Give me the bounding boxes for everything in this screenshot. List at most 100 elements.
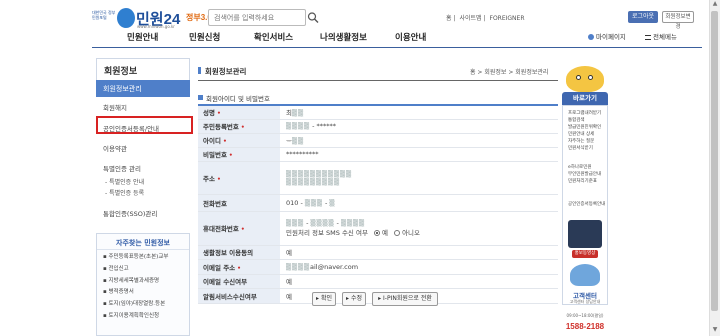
quick-link[interactable]: 발급민원진위확인 — [568, 124, 601, 130]
sidebar-item-sso[interactable]: 통합인증(SSO)관리 — [96, 203, 190, 220]
quick-link[interactable]: 민원처리기준표 — [568, 178, 597, 184]
breadcrumb: 홈 > 회원정보 > 회원정보관리 — [470, 69, 549, 76]
row-label: 비밀번호 • — [198, 147, 280, 162]
sidebar-item-withdraw[interactable]: 회원해지 — [96, 97, 190, 114]
row-label: 주민등록번호 • — [198, 119, 280, 134]
nav-minwon-guide[interactable]: 민원안내 — [127, 31, 158, 43]
util-home-link[interactable]: 홈 — [446, 15, 452, 22]
member-info-button[interactable]: 회원정보변경 — [662, 11, 694, 30]
frequent-item[interactable]: ▪ 토지이용계획확인신청 — [97, 309, 189, 321]
utility-links: 홈 | 사이트맵 | FOREIGNER — [446, 15, 525, 22]
all-menu-link[interactable]: 전체메뉴 — [645, 31, 677, 41]
sms-no-radio[interactable] — [394, 230, 401, 236]
sms-yes-label: 예 — [382, 229, 388, 237]
util-sitemap-link[interactable]: 사이트맵 — [459, 15, 481, 22]
sms-yes-radio[interactable] — [374, 230, 381, 236]
row-value: ▒▒▒▒ - ****** — [280, 119, 558, 134]
highlight-box — [96, 116, 193, 134]
section-title: 회원아이디 및 비밀번호 — [206, 95, 270, 103]
quick-link[interactable]: 민원서식받기 — [568, 145, 593, 151]
help-center-icon — [570, 264, 600, 286]
mascot-image — [566, 66, 604, 92]
row-value: ▒▒▒ - ▒▒▒▒ - ▒▒▒▒ 민원처리 정보 SMS 수신 여부 예 아니… — [280, 211, 558, 246]
row-value: 예 — [280, 274, 558, 289]
search-button[interactable] — [306, 10, 320, 25]
help-center-subtitle: 고객센터 상담안내 — [569, 299, 601, 304]
frequent-item[interactable]: ▪ 토지(임야)대장열람.등본 — [97, 297, 189, 309]
quick-link[interactable]: 프로그램내려받기 — [568, 110, 601, 116]
ipin-convert-button[interactable]: ▸ I-PIN회원으로 전환 — [372, 292, 438, 306]
sidebar-item-terms[interactable]: 이용약관 — [96, 138, 190, 155]
frequent-item[interactable]: ▪ 병적증명서 — [97, 285, 189, 297]
promo-video-icon[interactable] — [568, 220, 602, 248]
table-row: 주소 • ▒▒▒▒▒▒▒▒▒▒▒ ▒▒▒▒▒▒▒▒▒ — [198, 161, 558, 195]
table-row: 비밀번호 • ********** — [198, 147, 558, 162]
nav-usage-guide[interactable]: 이용안내 — [395, 31, 426, 43]
row-label: 알림서비스수신여부 — [198, 288, 280, 304]
row-label: 생활정보 이용동의 — [198, 245, 280, 260]
row-label: 주소 • — [198, 161, 280, 195]
quick-link[interactable]: 자주하는 질문 — [568, 138, 594, 144]
section-bullet-icon — [198, 95, 203, 100]
scroll-up-arrow-icon[interactable]: ▲ — [710, 0, 720, 10]
frequent-item[interactable]: ▪ 주민등록표등본(초본)교부 — [97, 250, 189, 262]
member-info-table: 성명 • 최▒▒ 주민등록번호 • ▒▒▒▒ - ****** 아이디 • ᅲ▒▒ 비… — [198, 104, 558, 304]
table-row: 이메일 주소 • ▒▒▒▒ail@naver.com — [198, 259, 558, 275]
logo-seal-text: 대한민국 정부민원포털 — [92, 10, 116, 20]
row-label: 이메일 주소 • — [198, 259, 280, 275]
search-icon — [307, 12, 319, 23]
row-value: ▒▒▒▒▒▒▒▒▒▒▒ ▒▒▒▒▒▒▒▒▒ — [280, 161, 558, 195]
mypage-link[interactable]: 마이페이지 — [588, 31, 626, 41]
frequent-services-box: 자주찾는 민원정보 ▪ 주민등록표등본(초본)교부 ▪ 전입신고 ▪ 지방세세목… — [96, 233, 190, 336]
scrollbar-thumb[interactable] — [711, 11, 718, 311]
nav-minwon-apply[interactable]: 민원신청 — [189, 31, 220, 43]
nav-life-info[interactable]: 나의생활정보 — [320, 31, 367, 43]
logo-mark-icon — [117, 8, 135, 28]
sms-no-label: 아니오 — [402, 229, 421, 237]
nav-verify-service[interactable]: 확인서비스 — [254, 31, 293, 43]
row-value: 최▒▒ — [280, 105, 558, 120]
table-row: 주민등록번호 • ▒▒▒▒ - ****** — [198, 119, 558, 134]
quick-link[interactable]: 통합검색 — [568, 117, 585, 123]
table-row: 생활정보 이용동의 예 — [198, 245, 558, 260]
mascot-eye — [588, 75, 593, 80]
title-divider — [198, 80, 558, 81]
quick-link[interactable]: 민원안내 상세 — [568, 131, 594, 137]
row-value: 예 — [280, 245, 558, 260]
sidebar-title: 회원정보 — [96, 58, 190, 80]
row-label: 성명 • — [198, 105, 280, 120]
search-input[interactable] — [208, 9, 306, 26]
table-row: 전화번호 010 - ▒▒▒ - ▒ — [198, 194, 558, 212]
scroll-down-arrow-icon[interactable]: ▼ — [710, 326, 720, 336]
edit-button[interactable]: ▸ 수정 — [342, 292, 366, 306]
mascot-eye — [576, 75, 581, 80]
sms-consent-text: 민원처리 정보 SMS 수신 여부 — [286, 229, 368, 237]
table-row: 이메일 수신여부 예 — [198, 274, 558, 289]
quick-link[interactable]: 무인민원발급안내 — [568, 171, 601, 177]
logout-button[interactable]: 로그아웃 — [628, 11, 658, 23]
table-row: 아이디 • ᅲ▒▒ — [198, 133, 558, 148]
table-row: 휴대전화번호 • ▒▒▒ - ▒▒▒▒ - ▒▒▒▒ 민원처리 정보 SMS 수신… — [198, 211, 558, 246]
frequent-item[interactable]: ▪ 전입신고 — [97, 262, 189, 274]
help-center-phone: 1588-2188 — [565, 322, 605, 331]
confirm-button[interactable]: ▸ 확인 — [312, 292, 336, 306]
table-row: 성명 • 최▒▒ — [198, 105, 558, 120]
sidebar-item-member-info[interactable]: 회원정보관리 — [96, 80, 190, 97]
sidebar-subitem-auth-guide[interactable]: - 특별인증 안내 — [96, 175, 190, 186]
row-label: 아이디 • — [198, 133, 280, 148]
sidebar: 회원정보 회원정보관리 회원해지 공인인증서등록/안내 이용약관 특별인증 관리… — [96, 58, 190, 220]
row-value: 010 - ▒▒▒ - ▒ — [280, 194, 558, 212]
util-foreigner-link[interactable]: FOREIGNER — [490, 15, 525, 22]
promo-video-badge[interactable]: 홍보동영상 — [572, 250, 598, 258]
row-value: ********** — [280, 147, 558, 162]
sidebar-subitem-auth-register[interactable]: - 특별인증 등록 — [96, 186, 190, 197]
sidebar-item-special-auth[interactable]: 특별인증 관리 — [96, 158, 190, 175]
nav-divider — [92, 47, 702, 48]
row-label: 이메일 수신여부 — [198, 274, 280, 289]
all-menu-label: 전체메뉴 — [653, 33, 677, 41]
quick-link[interactable]: 공인인증서등록안내 — [568, 201, 605, 207]
frequent-item[interactable]: ▪ 지방세세목별과세증명 — [97, 274, 189, 286]
row-label: 전화번호 — [198, 194, 280, 212]
quick-link[interactable]: e하나로민원 — [568, 164, 591, 170]
person-icon — [588, 34, 594, 40]
